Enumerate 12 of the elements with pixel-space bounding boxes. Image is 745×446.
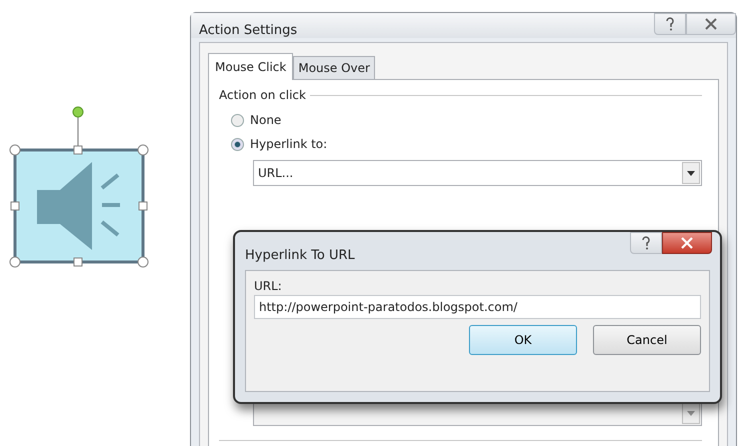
tab[interactable]: Mouse Click (208, 53, 294, 80)
dialog-title: Action Settings (199, 23, 298, 38)
field-label: URL: (254, 279, 283, 293)
group-label: Action on click (219, 88, 306, 102)
dialog-button[interactable]: Cancel (593, 325, 701, 355)
dialog-button[interactable]: OK (469, 325, 577, 355)
tab[interactable]: Mouse Over (293, 56, 375, 79)
radio-label: Hyperlink to: (250, 137, 328, 151)
url-field[interactable]: http://powerpoint-paratodos.blogspot.com/ (254, 295, 701, 319)
dialog-title: Hyperlink To URL (245, 248, 355, 263)
hyperlink-dropdown[interactable]: URL... (253, 160, 702, 186)
radio-label: None (250, 113, 282, 127)
